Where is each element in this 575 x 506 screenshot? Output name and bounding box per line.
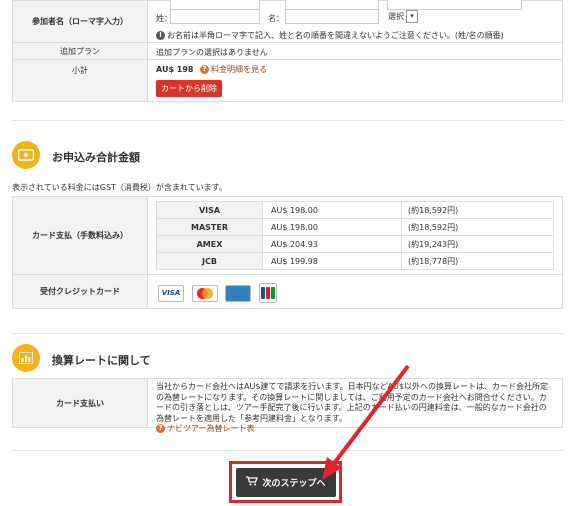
annotation-arrow (322, 364, 410, 480)
